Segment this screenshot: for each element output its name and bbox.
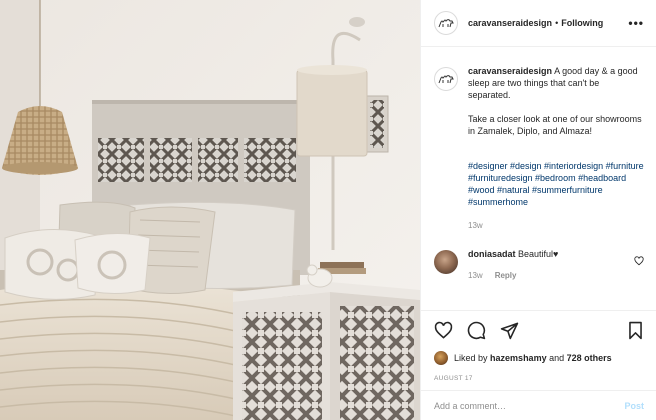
likes-prefix: Liked by: [454, 353, 488, 363]
more-options-icon[interactable]: •••: [628, 17, 644, 29]
bedroom-photo: [0, 0, 420, 420]
camel-logo-icon: [438, 75, 454, 84]
comment-input[interactable]: [434, 400, 625, 411]
caption-avatar[interactable]: [434, 67, 458, 91]
commenter-avatar[interactable]: [434, 250, 458, 274]
header-username[interactable]: caravanseraidesign: [468, 18, 552, 28]
likes-conjunction: and: [549, 353, 565, 363]
camel-logo-icon: [438, 19, 454, 28]
caption-timestamp[interactable]: 13w: [468, 220, 644, 232]
profile-avatar[interactable]: [434, 11, 458, 35]
comment-like-icon[interactable]: [634, 256, 644, 268]
caption-username[interactable]: caravanseraidesign: [468, 66, 552, 76]
comments-section[interactable]: caravanseraidesign A good day & a good s…: [421, 47, 656, 310]
liker-avatar[interactable]: [434, 351, 448, 365]
comment-item: doniasadat Beautiful♥ 13w Reply: [434, 248, 644, 282]
post-sidebar: caravanseraidesign • Following ••• carav…: [420, 0, 656, 420]
likes-others-count[interactable]: 728 others: [567, 353, 612, 363]
caption-text-line2: Take a closer look at one of our showroo…: [468, 114, 642, 136]
comment-username[interactable]: doniasadat: [468, 249, 516, 259]
liker-username[interactable]: hazemshamy: [490, 353, 547, 363]
likes-summary: Liked by hazemshamy and 728 others: [434, 351, 644, 365]
reply-button[interactable]: Reply: [495, 270, 517, 282]
caption-hashtags[interactable]: #designer #design #interiordesign #furni…: [468, 160, 644, 208]
post-date[interactable]: AUGUST 17: [434, 375, 644, 382]
comment-timestamp[interactable]: 13w: [468, 270, 483, 282]
heart-icon[interactable]: [434, 321, 453, 342]
add-comment-bar: Post: [421, 390, 656, 420]
following-button[interactable]: Following: [561, 18, 603, 28]
post-header: caravanseraidesign • Following •••: [421, 0, 656, 47]
post-actions: Liked by hazemshamy and 728 others AUGUS…: [421, 310, 656, 382]
header-separator: •: [555, 18, 559, 28]
post-comment-button[interactable]: Post: [624, 401, 644, 411]
comment-icon[interactable]: [467, 321, 486, 342]
caption: caravanseraidesign A good day & a good s…: [434, 65, 644, 232]
bookmark-icon[interactable]: [627, 321, 644, 342]
comment-text: Beautiful♥: [518, 249, 559, 259]
post-image[interactable]: [0, 0, 420, 420]
share-icon[interactable]: [500, 321, 519, 342]
